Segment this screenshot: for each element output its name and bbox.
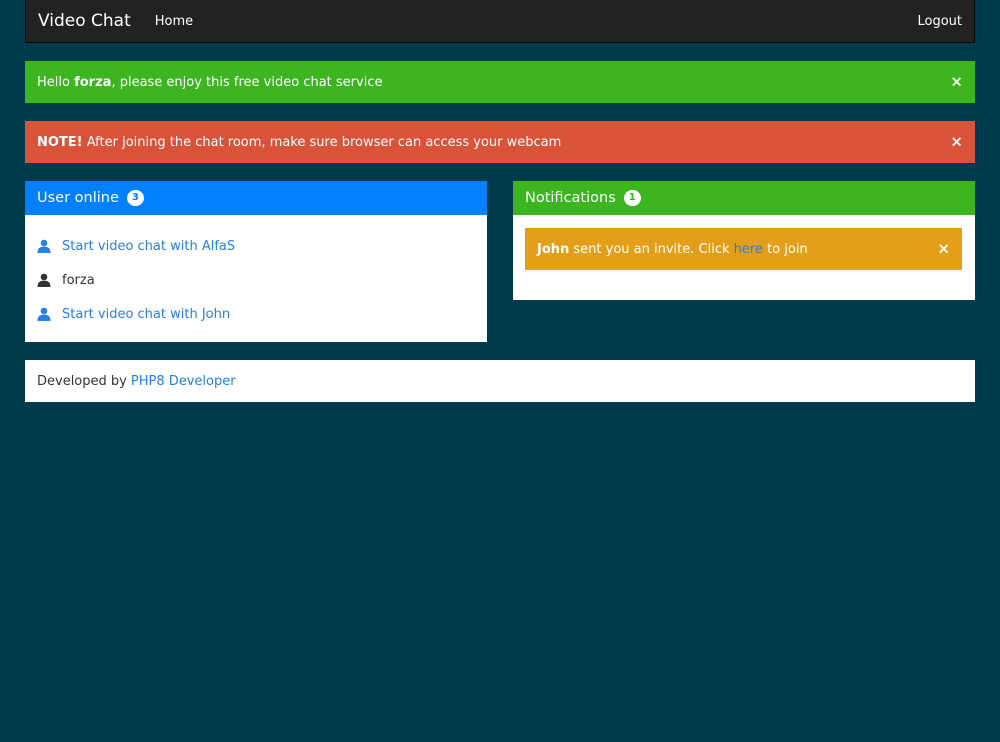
user-icon [37,239,51,253]
note-text: After joining the chat room, make sure b… [82,134,562,150]
invite-text-after: to join [762,241,808,257]
users-online-panel: User online 3 Start video chat with Alfa… [25,181,487,342]
welcome-prefix: Hello [37,74,75,90]
logout-link[interactable]: Logout [917,14,974,29]
note-alert: NOTE! After joining the chat room, make … [25,121,975,163]
users-count-badge: 3 [126,190,144,206]
current-user-label: forza [62,272,95,288]
welcome-alert: Hello forza, please enjoy this free vide… [25,61,975,103]
invite-sender: John [537,241,570,257]
users-panel-title: User online [37,190,119,206]
users-panel-heading: User online 3 [25,181,487,215]
user-icon [37,307,51,321]
close-icon[interactable]: × [937,241,950,257]
welcome-suffix: , please enjoy this free video chat serv… [111,74,383,90]
developer-link[interactable]: PHP8 Developer [131,374,236,389]
footer-text: Developed by [37,373,127,389]
notifications-panel-heading: Notifications 1 [513,181,975,215]
start-chat-john-link[interactable]: Start video chat with John [62,307,230,322]
join-link[interactable]: here [734,242,763,257]
list-item[interactable]: Start video chat with John [37,297,475,331]
navbar: Video Chat Home Logout [25,0,975,43]
user-list: Start video chat with AlfaS forza Start … [25,215,487,331]
close-icon[interactable]: × [950,74,963,90]
notifications-panel-title: Notifications [525,190,616,206]
brand-link[interactable]: Video Chat [26,11,155,31]
start-chat-alfas-link[interactable]: Start video chat with AlfaS [62,239,235,254]
invite-text-before: sent you an invite. Click [569,241,734,257]
nav-home-link[interactable]: Home [155,14,193,29]
notifications-count-badge: 1 [623,190,641,206]
list-item: forza [37,263,475,297]
invite-notification: John sent you an invite. Click here to j… [525,228,962,270]
welcome-username: forza [74,74,112,90]
footer: Developed by PHP8 Developer [25,360,975,402]
notifications-panel: Notifications 1 John sent you an invite.… [513,181,975,300]
close-icon[interactable]: × [950,134,963,150]
user-icon [37,273,51,287]
list-item[interactable]: Start video chat with AlfaS [37,229,475,263]
note-label: NOTE! [37,134,83,150]
